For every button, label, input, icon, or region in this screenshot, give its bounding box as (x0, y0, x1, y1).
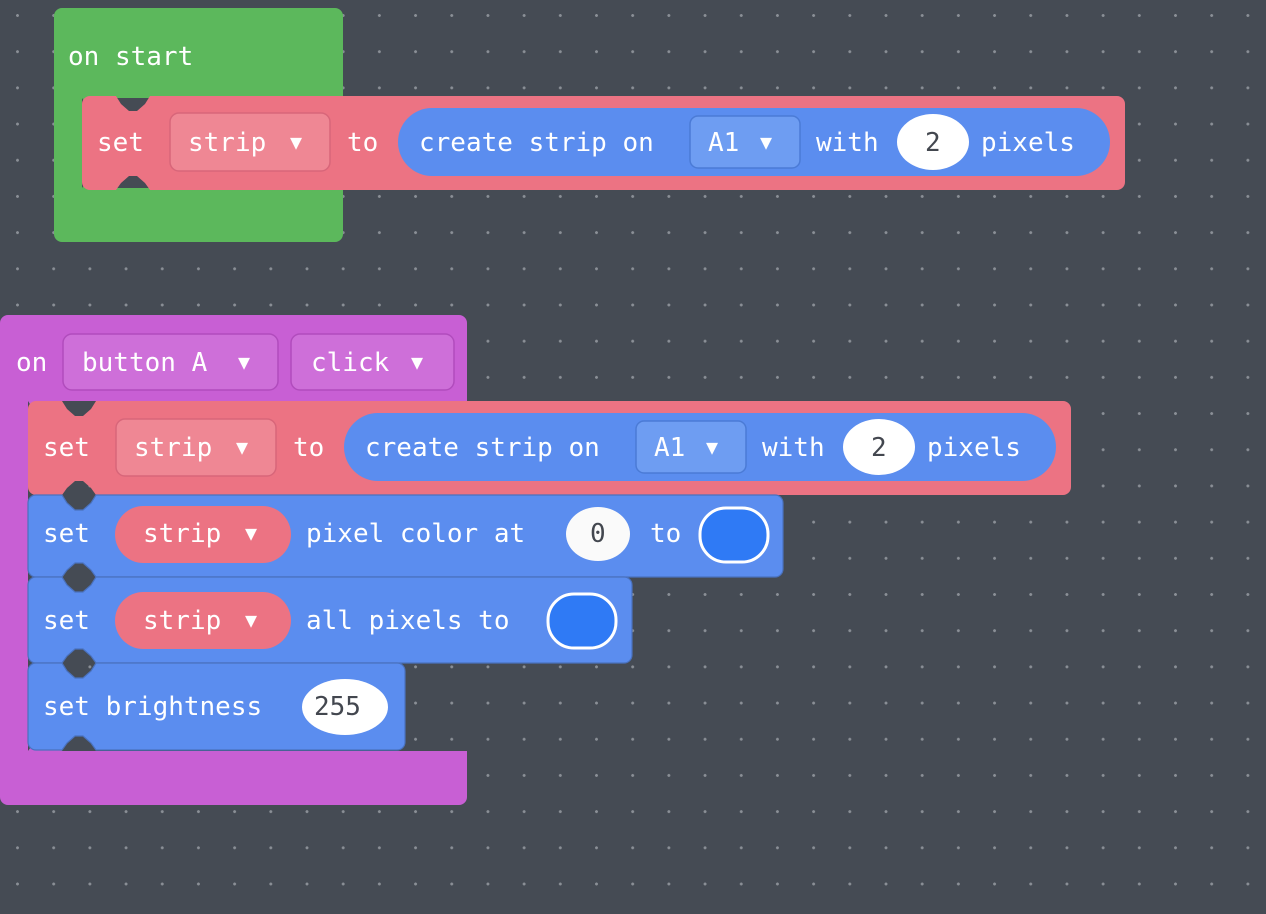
brightness-field[interactable] (302, 679, 388, 735)
create-strip-on-label: create strip on (365, 433, 600, 463)
strip-variable-pill[interactable] (115, 592, 291, 649)
blocks-workspace[interactable]: on start set strip ▼ to create strip on … (0, 0, 1266, 914)
color-picker-swatch[interactable] (548, 594, 616, 648)
set-label: set (43, 606, 90, 636)
set-label: set (43, 519, 90, 549)
variable-dropdown[interactable] (116, 419, 276, 476)
to-label: to (347, 128, 379, 158)
on-label: on (16, 348, 48, 378)
create-strip-reporter[interactable] (398, 108, 1110, 176)
pixel-color-at-label: pixel color at (306, 519, 526, 549)
pixels-label: pixels (927, 433, 1021, 463)
to-label: to (650, 519, 682, 549)
pixel-index-field[interactable] (566, 507, 630, 561)
button-dropdown[interactable] (63, 334, 278, 390)
event-dropdown[interactable] (291, 334, 454, 390)
on-start-hat[interactable] (54, 8, 343, 98)
set-label: set (43, 433, 90, 463)
to-label: to (293, 433, 325, 463)
pin-dropdown[interactable] (636, 421, 746, 473)
color-picker-swatch[interactable] (700, 508, 768, 562)
set-brightness-label: set brightness (43, 692, 263, 722)
variable-dropdown[interactable] (170, 113, 330, 171)
with-label: with (762, 433, 825, 463)
strip-variable-pill[interactable] (115, 506, 291, 563)
all-pixels-to-label: all pixels to (306, 606, 510, 636)
set-label: set (97, 128, 144, 158)
pixel-count-field[interactable] (843, 419, 915, 475)
